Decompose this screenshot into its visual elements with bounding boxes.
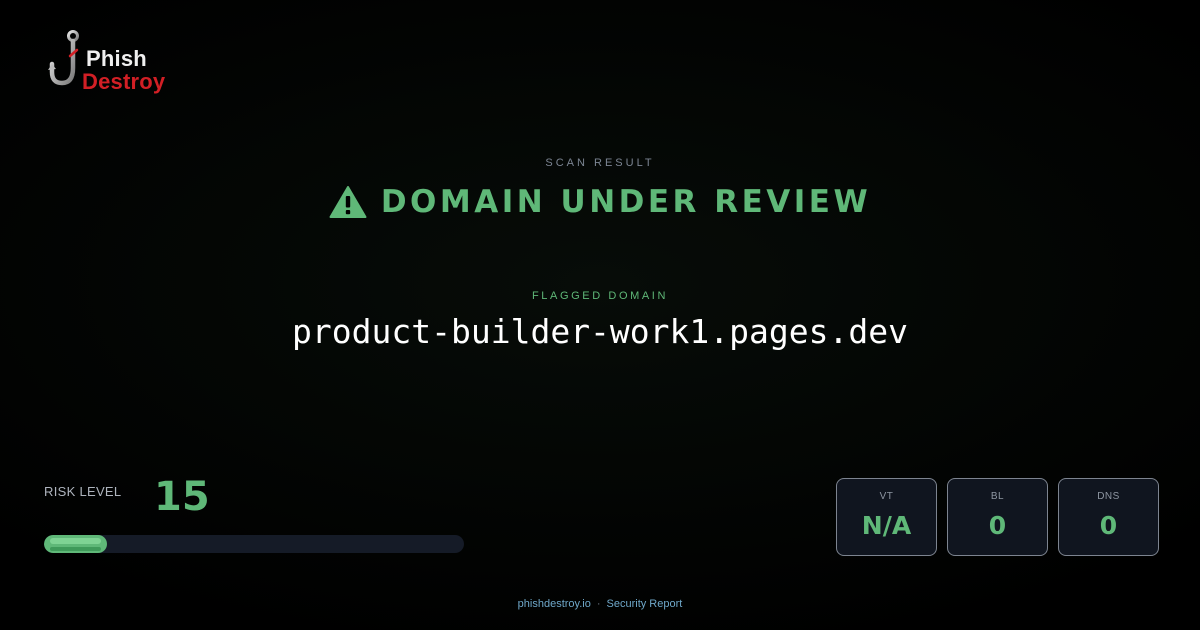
stat-value: 0	[1099, 511, 1118, 540]
risk-level-bar	[44, 535, 464, 553]
stat-label: BL	[990, 491, 1005, 502]
stat-label: VT	[879, 491, 894, 502]
risk-level-label: RISK LEVEL	[44, 484, 122, 499]
footer: phishdestroy.io · Security Report	[0, 598, 1200, 610]
brand-name-destroy: Destroy	[82, 69, 166, 94]
stat-label: DNS	[1097, 491, 1120, 502]
brand-logo: Phish Destroy	[48, 28, 178, 94]
scan-status: DOMAIN UNDER REVIEW	[0, 184, 1200, 220]
risk-level-bar-fill	[44, 535, 107, 553]
footer-report-label: Security Report	[606, 598, 683, 610]
stats-group: VT N/A BL 0 DNS 0	[836, 478, 1159, 556]
warning-triangle-icon	[329, 186, 367, 218]
footer-separator: ·	[596, 598, 601, 610]
stat-value: N/A	[861, 511, 912, 540]
footer-site-link[interactable]: phishdestroy.io	[518, 598, 591, 610]
flagged-domain-label: FLAGGED DOMAIN	[531, 290, 669, 302]
scan-status-text: DOMAIN UNDER REVIEW	[380, 184, 872, 220]
scan-result-label: SCAN RESULT	[545, 157, 655, 169]
risk-level-value: 15	[154, 474, 210, 520]
flagged-domain-value: product-builder-work1.pages.dev	[292, 312, 908, 351]
stat-card-dns: DNS 0	[1058, 478, 1159, 556]
stat-card-vt: VT N/A	[836, 478, 937, 556]
stat-card-bl: BL 0	[947, 478, 1048, 556]
stat-value: 0	[988, 511, 1007, 540]
